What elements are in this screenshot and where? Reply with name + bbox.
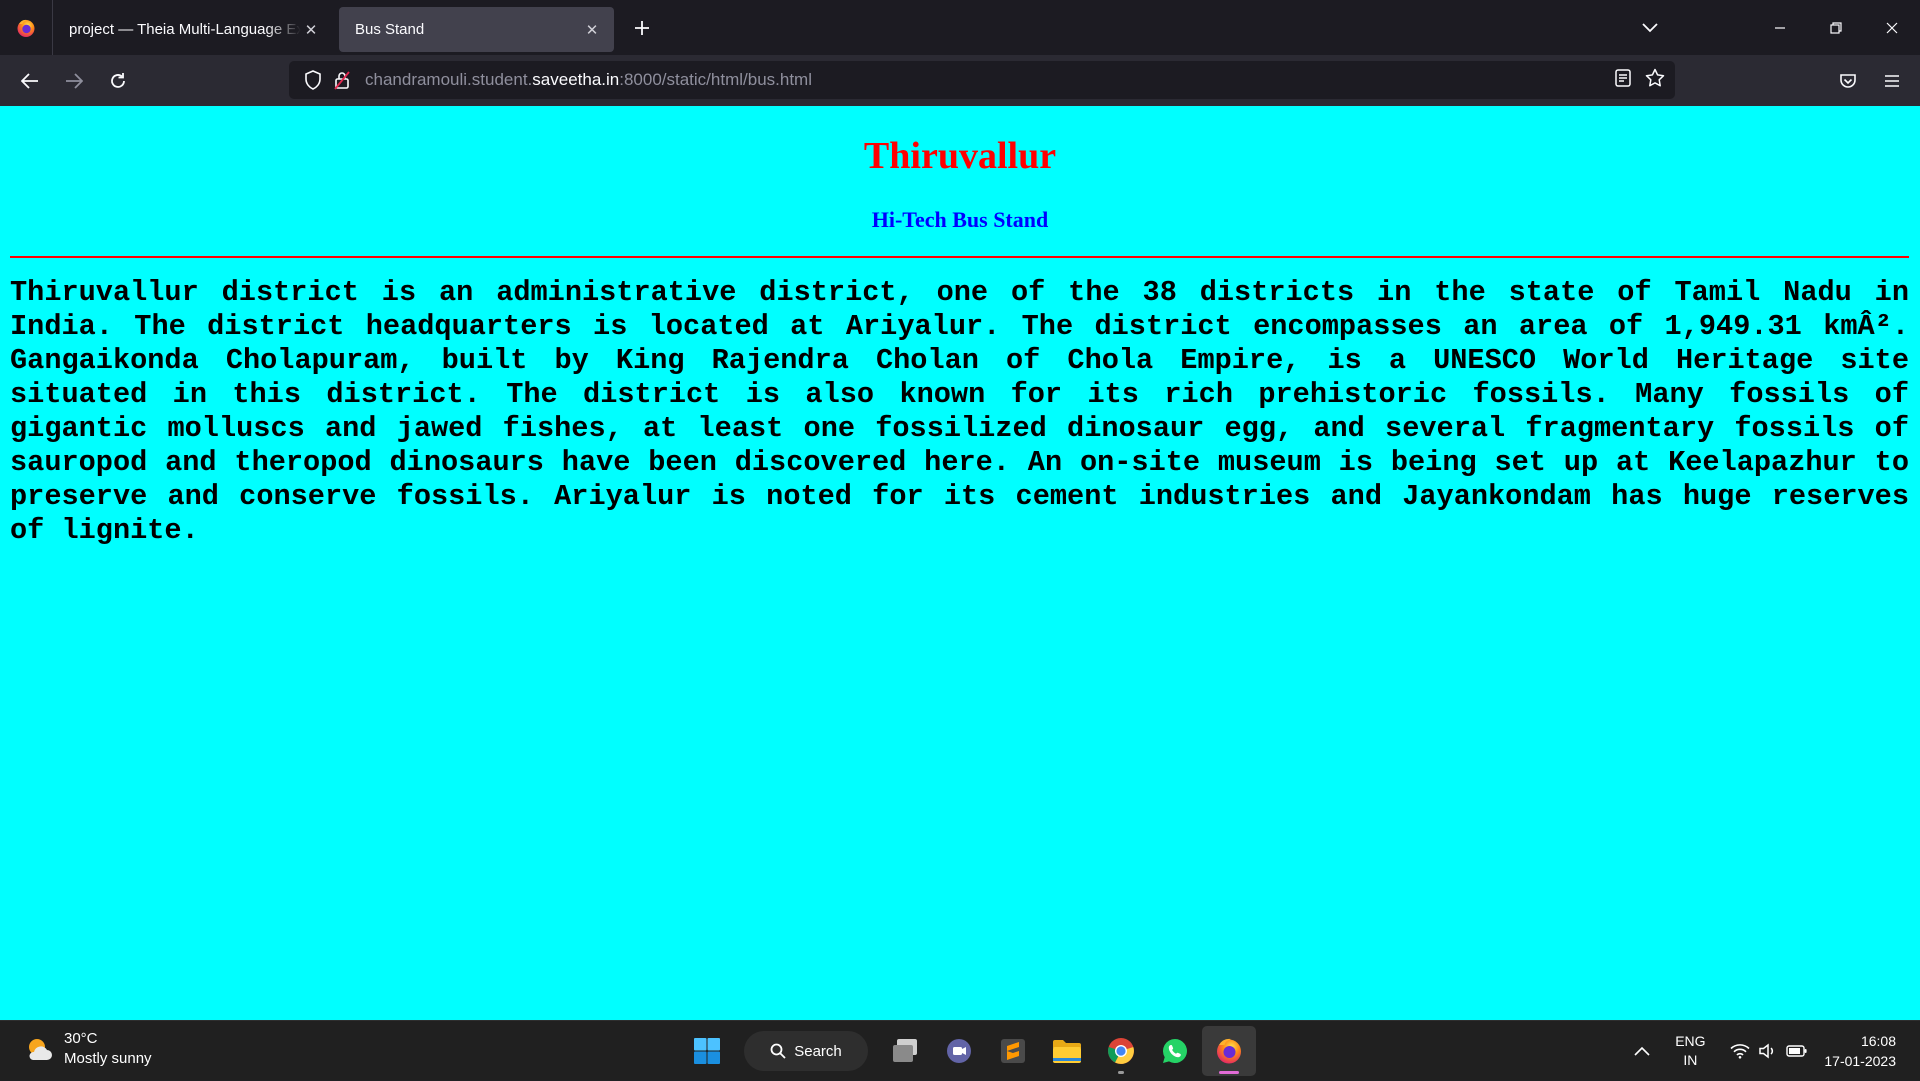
plus-icon (635, 20, 649, 35)
weather-temperature: 30°C (64, 1030, 98, 1047)
reload-icon (111, 72, 125, 88)
quick-settings-button[interactable] (1730, 1043, 1808, 1059)
back-button[interactable] (8, 61, 52, 101)
pocket-button[interactable] (1826, 61, 1870, 101)
weather-widget[interactable]: 30°C Mostly sunny (24, 1029, 152, 1069)
taskbar-search-button[interactable]: Search (744, 1031, 868, 1071)
url-domain: saveetha.in (532, 70, 620, 89)
page-title: Thiruvallur (863, 135, 1057, 177)
app-menu-button[interactable] (1870, 61, 1914, 101)
horizontal-rule (10, 256, 1909, 258)
minimize-icon (1775, 26, 1785, 29)
whatsapp-icon (1162, 1039, 1187, 1063)
task-view-icon (893, 1039, 917, 1062)
firefox-button[interactable] (1202, 1026, 1256, 1076)
tab-label: project — Theia Multi-Language Ex (69, 21, 301, 38)
tab-project-theia[interactable]: project — Theia Multi-Language Ex ✕ (53, 7, 333, 52)
chrome-icon (1108, 1038, 1134, 1064)
whatsapp-button[interactable] (1148, 1026, 1202, 1076)
navigation-toolbar: chandramouli.student.saveetha.in:8000/st… (0, 55, 1920, 106)
partly-sunny-icon (29, 1039, 52, 1060)
hamburger-menu-icon (1885, 74, 1899, 87)
restore-icon (1830, 21, 1842, 34)
sublime-text-button[interactable] (986, 1026, 1040, 1076)
forward-button[interactable] (52, 61, 96, 101)
address-bar[interactable]: chandramouli.student.saveetha.in:8000/st… (289, 61, 1675, 99)
system-tray: ENG IN 16:08 17-01-2023 (1622, 1021, 1920, 1081)
tracking-protection-shield-icon[interactable] (297, 70, 329, 90)
firefox-menu-button[interactable] (0, 0, 53, 55)
clock[interactable]: 16:08 17-01-2023 (1824, 1031, 1896, 1071)
page-subtitle: Hi-Tech Bus Stand (871, 207, 1049, 232)
wifi-icon (1730, 1044, 1750, 1059)
url-text[interactable]: chandramouli.student.saveetha.in:8000/st… (365, 70, 812, 90)
file-explorer-button[interactable] (1040, 1026, 1094, 1076)
teams-chat-button[interactable] (932, 1026, 986, 1076)
teams-chat-icon (947, 1039, 971, 1063)
input-language-indicator[interactable]: ENG IN (1662, 1032, 1718, 1070)
list-all-tabs-button[interactable] (1628, 6, 1672, 50)
tab-label: Bus Stand (355, 21, 425, 38)
search-icon (770, 1043, 786, 1059)
page-paragraph: Thiruvallur district is an administrativ… (10, 276, 1909, 547)
region-code: IN (1683, 1052, 1698, 1068)
clock-time: 16:08 (1860, 1033, 1896, 1049)
tab-bus-stand[interactable]: Bus Stand ✕ (339, 7, 614, 52)
chevron-up-icon (1634, 1046, 1650, 1056)
clock-date: 17-01-2023 (1824, 1053, 1896, 1069)
reader-view-icon[interactable] (1615, 68, 1631, 92)
file-explorer-icon (1053, 1040, 1081, 1063)
chrome-button[interactable] (1094, 1026, 1148, 1076)
chevron-down-icon (1642, 22, 1658, 32)
firefox-icon (1217, 1038, 1241, 1064)
arrow-left-icon (21, 72, 38, 89)
language-code: ENG (1675, 1033, 1706, 1049)
task-view-button[interactable] (878, 1026, 932, 1076)
search-label: Search (794, 1042, 842, 1060)
insecure-lock-icon[interactable] (329, 70, 355, 90)
pocket-icon (1840, 73, 1856, 88)
sublime-text-icon (1001, 1039, 1025, 1063)
close-window-button[interactable] (1864, 0, 1920, 55)
start-button[interactable] (680, 1026, 734, 1076)
url-suffix: :8000/static/html/bus.html (619, 70, 812, 89)
windows-taskbar: 30°C Mostly sunny Search ENG IN 16:08 17… (0, 1020, 1920, 1080)
restore-button[interactable] (1808, 0, 1864, 55)
browser-tab-strip: project — Theia Multi-Language Ex ✕ Bus … (0, 0, 1920, 55)
volume-icon (1759, 1043, 1774, 1059)
minimize-button[interactable] (1752, 0, 1808, 55)
tab-close-icon[interactable]: ✕ (582, 20, 602, 40)
url-prefix: chandramouli.student. (365, 70, 533, 89)
battery-icon (1786, 1045, 1807, 1057)
tab-close-icon[interactable]: ✕ (301, 20, 321, 40)
windows-logo-icon (694, 1038, 720, 1064)
bookmark-star-icon[interactable] (1645, 68, 1665, 93)
page-viewport: Thiruvallur Hi-Tech Bus Stand Thiruvallu… (0, 106, 1920, 1020)
close-icon (1886, 22, 1898, 33)
show-hidden-icons-button[interactable] (1622, 1046, 1662, 1056)
weather-condition: Mostly sunny (64, 1050, 152, 1067)
firefox-logo-icon (17, 19, 35, 37)
arrow-right-icon (66, 72, 83, 89)
reload-button[interactable] (96, 61, 140, 101)
new-tab-button[interactable] (622, 8, 662, 48)
